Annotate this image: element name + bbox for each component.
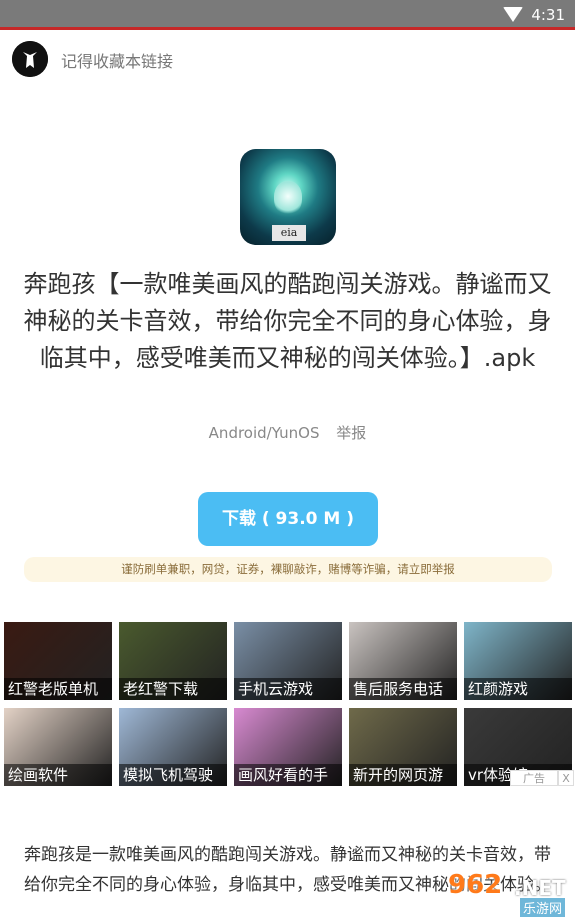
ad-tile-label: 手机云游戏 [234,678,342,700]
ad-tile-label: 画风好看的手 [234,764,342,786]
ad-close-button[interactable]: X [558,770,574,786]
status-time: 4:31 [531,6,565,24]
ad-tile[interactable]: 新开的网页游 [349,708,457,786]
site-watermark: 962 .NET 乐游网 [436,868,575,920]
top-bar: 记得收藏本链接 [0,33,575,83]
ad-tile[interactable]: 绘画软件 [4,708,112,786]
platform-label: Android/YunOS [208,424,320,442]
ad-tile[interactable]: 手机云游戏 [234,622,342,700]
ad-grid: 红警老版单机 老红警下载 手机云游戏 售后服务电话 红颜游戏绘画软件 模拟飞机驾驶 画风好看… [4,622,575,786]
app-meta: Android/YunOS 举报 [0,422,575,443]
ad-tile-label: 红颜游戏 [464,678,572,700]
app-icon-tag: eia [272,225,306,241]
ad-tile[interactable]: 老红警下载 [119,622,227,700]
app-icon: eia [240,149,336,245]
watermark-cn: 乐游网 [520,898,566,917]
ad-label: 广告 [510,770,558,786]
bookmark-hint: 记得收藏本链接 [61,52,174,71]
report-link[interactable]: 举报 [336,424,366,442]
ad-tile[interactable]: 售后服务电话 [349,622,457,700]
ad-tile[interactable]: 模拟飞机驾驶 [119,708,227,786]
wifi-icon [503,7,523,22]
ad-tile-label: 红警老版单机 [4,678,112,700]
ad-tile-label: 模拟飞机驾驶 [119,764,227,786]
site-logo[interactable] [12,41,48,77]
fraud-warning: 谨防刷单兼职，网贷，证券，裸聊敲诈，赌博等诈骗，请立即举报 [24,557,552,582]
ad-tile[interactable]: 红颜游戏 [464,622,572,700]
ad-tile-label: 售后服务电话 [349,678,457,700]
owl-logo-icon [12,41,48,77]
ad-tile-label: 老红警下载 [119,678,227,700]
watermark-net: .NET [514,876,566,900]
ad-tile-label: 绘画软件 [4,764,112,786]
watermark-number: 962 [448,870,503,900]
ad-tile-label: 新开的网页游 [349,764,457,786]
ad-tile[interactable]: 红警老版单机 [4,622,112,700]
download-button[interactable]: 下载 ( 93.0 M ) [198,492,378,546]
app-icon-face [274,181,302,215]
ad-tile[interactable]: 画风好看的手 [234,708,342,786]
status-bar: 4:31 [0,0,575,30]
app-title: 奔跑孩【一款唯美画风的酷跑闯关游戏。静谧而又神秘的关卡音效，带给你完全不同的身心… [23,270,552,372]
